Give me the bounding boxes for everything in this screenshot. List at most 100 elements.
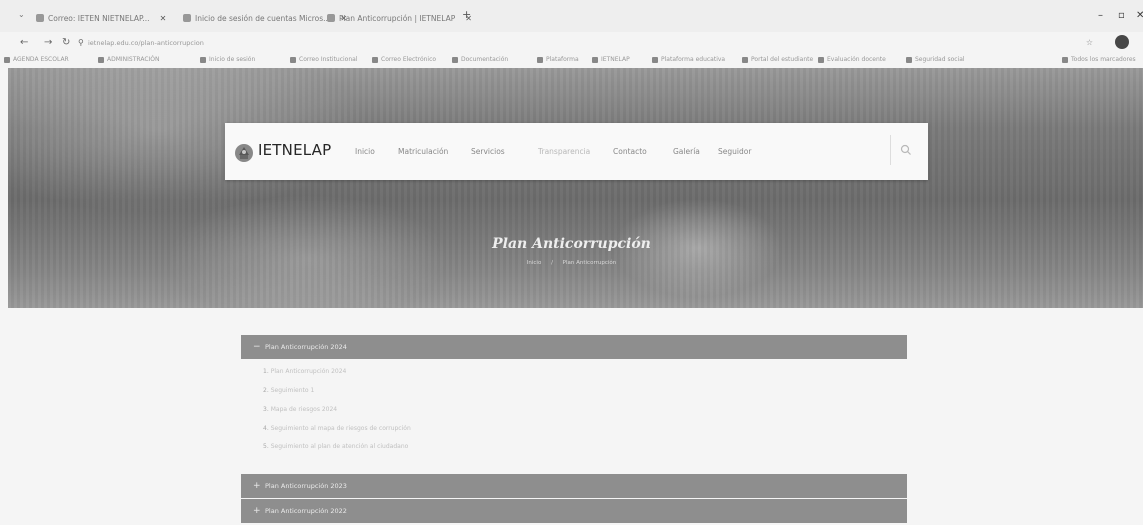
browser-tab-plan[interactable]: Plan Anticorrupción | IETNELAP ✕ — [327, 9, 472, 27]
microsoft-icon — [183, 14, 191, 22]
bookmark-item[interactable]: Inicio de sesión — [200, 56, 255, 63]
item-number: 5. — [263, 443, 269, 450]
document-link[interactable]: 1. Plan Anticorrupción 2024 — [263, 368, 346, 375]
collapse-icon: − — [253, 342, 261, 352]
item-number: 4. — [263, 425, 269, 432]
document-link[interactable]: 2. Seguimiento 1 — [263, 387, 314, 394]
bookmark-label: IETNELAP — [601, 56, 630, 63]
back-icon[interactable]: ← — [20, 37, 28, 48]
address-bar: ← → ↻ ⚲ ietnelap.edu.co/plan-anticorrupc… — [0, 32, 1143, 54]
accordion-label: Plan Anticorrupción 2024 — [265, 343, 347, 351]
accordion-header-2023[interactable]: + Plan Anticorrupción 2023 — [241, 474, 907, 498]
tab-search-icon[interactable]: ⌄ — [18, 10, 25, 19]
bookmark-label: Plataforma educativa — [661, 56, 726, 63]
url-field[interactable]: ietnelap.edu.co/plan-anticorrupcion — [88, 39, 204, 47]
bookmark-icon — [906, 56, 912, 63]
bookmark-icon — [4, 56, 10, 63]
new-tab-button[interactable]: + — [462, 8, 471, 21]
site-info-icon[interactable]: ⚲ — [78, 38, 84, 47]
tab-title: Inicio de sesión de cuentas Micros... — [195, 13, 331, 23]
forward-icon[interactable]: → — [44, 37, 52, 48]
school-crest-icon[interactable] — [234, 143, 254, 163]
bookmark-item[interactable]: AGENDA ESCOLAR — [4, 56, 69, 63]
folder-icon — [1062, 56, 1068, 63]
close-tab-icon[interactable]: ✕ — [160, 14, 167, 23]
nav-item-transparencia[interactable]: Transparencia — [538, 147, 590, 156]
bookmark-label: Todos los marcadores — [1071, 56, 1136, 63]
bookmark-item[interactable]: Seguridad social — [906, 56, 965, 63]
nav-item-galeria[interactable]: Galería — [673, 147, 700, 156]
nav-item-matriculacion[interactable]: Matriculación — [398, 147, 448, 156]
item-text: Seguimiento al plan de atención al ciuda… — [270, 443, 409, 450]
nav-item-inicio[interactable]: Inicio — [355, 147, 375, 156]
breadcrumb-current: Plan Anticorrupción — [562, 260, 617, 266]
bookmark-item[interactable]: Evaluación docente — [818, 56, 886, 63]
bookmark-icon — [652, 56, 658, 63]
item-text: Plan Anticorrupción 2024 — [270, 368, 347, 375]
tab-title: Correo: IETEN NIETNELAP... — [48, 13, 150, 23]
bookmark-icon — [592, 56, 598, 63]
bookmark-icon — [742, 56, 748, 63]
bookmark-icon — [452, 56, 458, 63]
bookmark-label: ADMINISTRACIÓN — [107, 56, 160, 63]
accordion-header-2024[interactable]: − Plan Anticorrupción 2024 — [241, 335, 907, 359]
maximize-icon[interactable]: ▫ — [1118, 10, 1125, 21]
accordion-label: Plan Anticorrupción 2023 — [265, 482, 347, 490]
document-link[interactable]: 5. Seguimiento al plan de atención al ciu… — [263, 443, 408, 450]
item-text: Seguimiento 1 — [270, 387, 315, 394]
bookmark-icon — [372, 56, 378, 63]
reload-icon[interactable]: ↻ — [62, 37, 70, 48]
bookmark-item[interactable]: Plataforma educativa — [652, 56, 725, 63]
profile-avatar[interactable] — [1115, 35, 1129, 49]
expand-icon: + — [253, 481, 261, 491]
breadcrumb: Inicio / Plan Anticorrupción — [0, 260, 1143, 266]
minimize-icon[interactable]: – — [1098, 10, 1103, 21]
breadcrumb-home[interactable]: Inicio — [527, 260, 542, 266]
bookmark-label: Plataforma — [546, 56, 579, 63]
site-navbar: IETNELAP Inicio Matriculación Servicios … — [225, 123, 928, 180]
site-logo-text[interactable]: IETNELAP — [258, 141, 331, 159]
tab-title: Plan Anticorrupción | IETNELAP — [339, 13, 456, 23]
bookmark-star-icon[interactable]: ☆ — [1086, 38, 1093, 47]
bookmark-label: Correo Institucional — [299, 56, 358, 63]
bookmark-item[interactable]: Correo Electrónico — [372, 56, 436, 63]
bookmark-label: Seguridad social — [915, 56, 965, 63]
accordion-header-2022[interactable]: + Plan Anticorrupción 2022 — [241, 499, 907, 523]
bookmark-label: Correo Electrónico — [381, 56, 437, 63]
site-search-button[interactable] — [890, 135, 916, 165]
item-number: 3. — [263, 406, 269, 413]
bookmark-item[interactable]: IETNELAP — [592, 56, 630, 63]
item-text: Mapa de riesgos 2024 — [270, 406, 338, 413]
nav-item-servicios[interactable]: Servicios — [471, 147, 505, 156]
all-bookmarks[interactable]: Todos los marcadores — [1062, 56, 1136, 63]
hero-banner — [8, 68, 1143, 308]
browser-tab-microsoft[interactable]: Inicio de sesión de cuentas Micros... ✕ — [183, 9, 347, 27]
browser-tab-mail[interactable]: Correo: IETEN NIETNELAP... ✕ — [36, 9, 166, 27]
bookmark-icon — [200, 56, 206, 63]
browser-tabstrip: ⌄ Correo: IETEN NIETNELAP... ✕ Inicio de… — [0, 0, 1143, 32]
bookmark-label: Portal del estudiante — [751, 56, 814, 63]
bookmark-label: AGENDA ESCOLAR — [13, 56, 69, 63]
item-number: 2. — [263, 387, 269, 394]
item-text: Seguimiento al mapa de riesgos de corrup… — [270, 425, 411, 432]
breadcrumb-separator: / — [551, 260, 553, 266]
item-number: 1. — [263, 368, 269, 375]
nav-item-seguidor[interactable]: Seguidor — [718, 147, 751, 156]
bookmark-label: Evaluación docente — [827, 56, 886, 63]
document-link[interactable]: 4. Seguimiento al mapa de riesgos de corr… — [263, 425, 411, 432]
bookmark-item[interactable]: Plataforma — [537, 56, 579, 63]
bookmark-item[interactable]: Correo Institucional — [290, 56, 357, 63]
document-link[interactable]: 3. Mapa de riesgos 2024 — [263, 406, 337, 413]
bookmark-item[interactable]: Documentación — [452, 56, 508, 63]
close-window-icon[interactable]: ✕ — [1136, 10, 1143, 21]
bookmark-icon — [98, 56, 104, 63]
nav-item-contacto[interactable]: Contacto — [613, 147, 647, 156]
accordion-label: Plan Anticorrupción 2022 — [265, 507, 347, 515]
bookmark-icon — [537, 56, 543, 63]
bookmark-item[interactable]: Portal del estudiante — [742, 56, 813, 63]
expand-icon: + — [253, 506, 261, 516]
bookmark-item[interactable]: ADMINISTRACIÓN — [98, 56, 160, 63]
mail-icon — [36, 14, 44, 22]
bookmark-icon — [818, 56, 824, 63]
site-icon — [327, 14, 335, 22]
